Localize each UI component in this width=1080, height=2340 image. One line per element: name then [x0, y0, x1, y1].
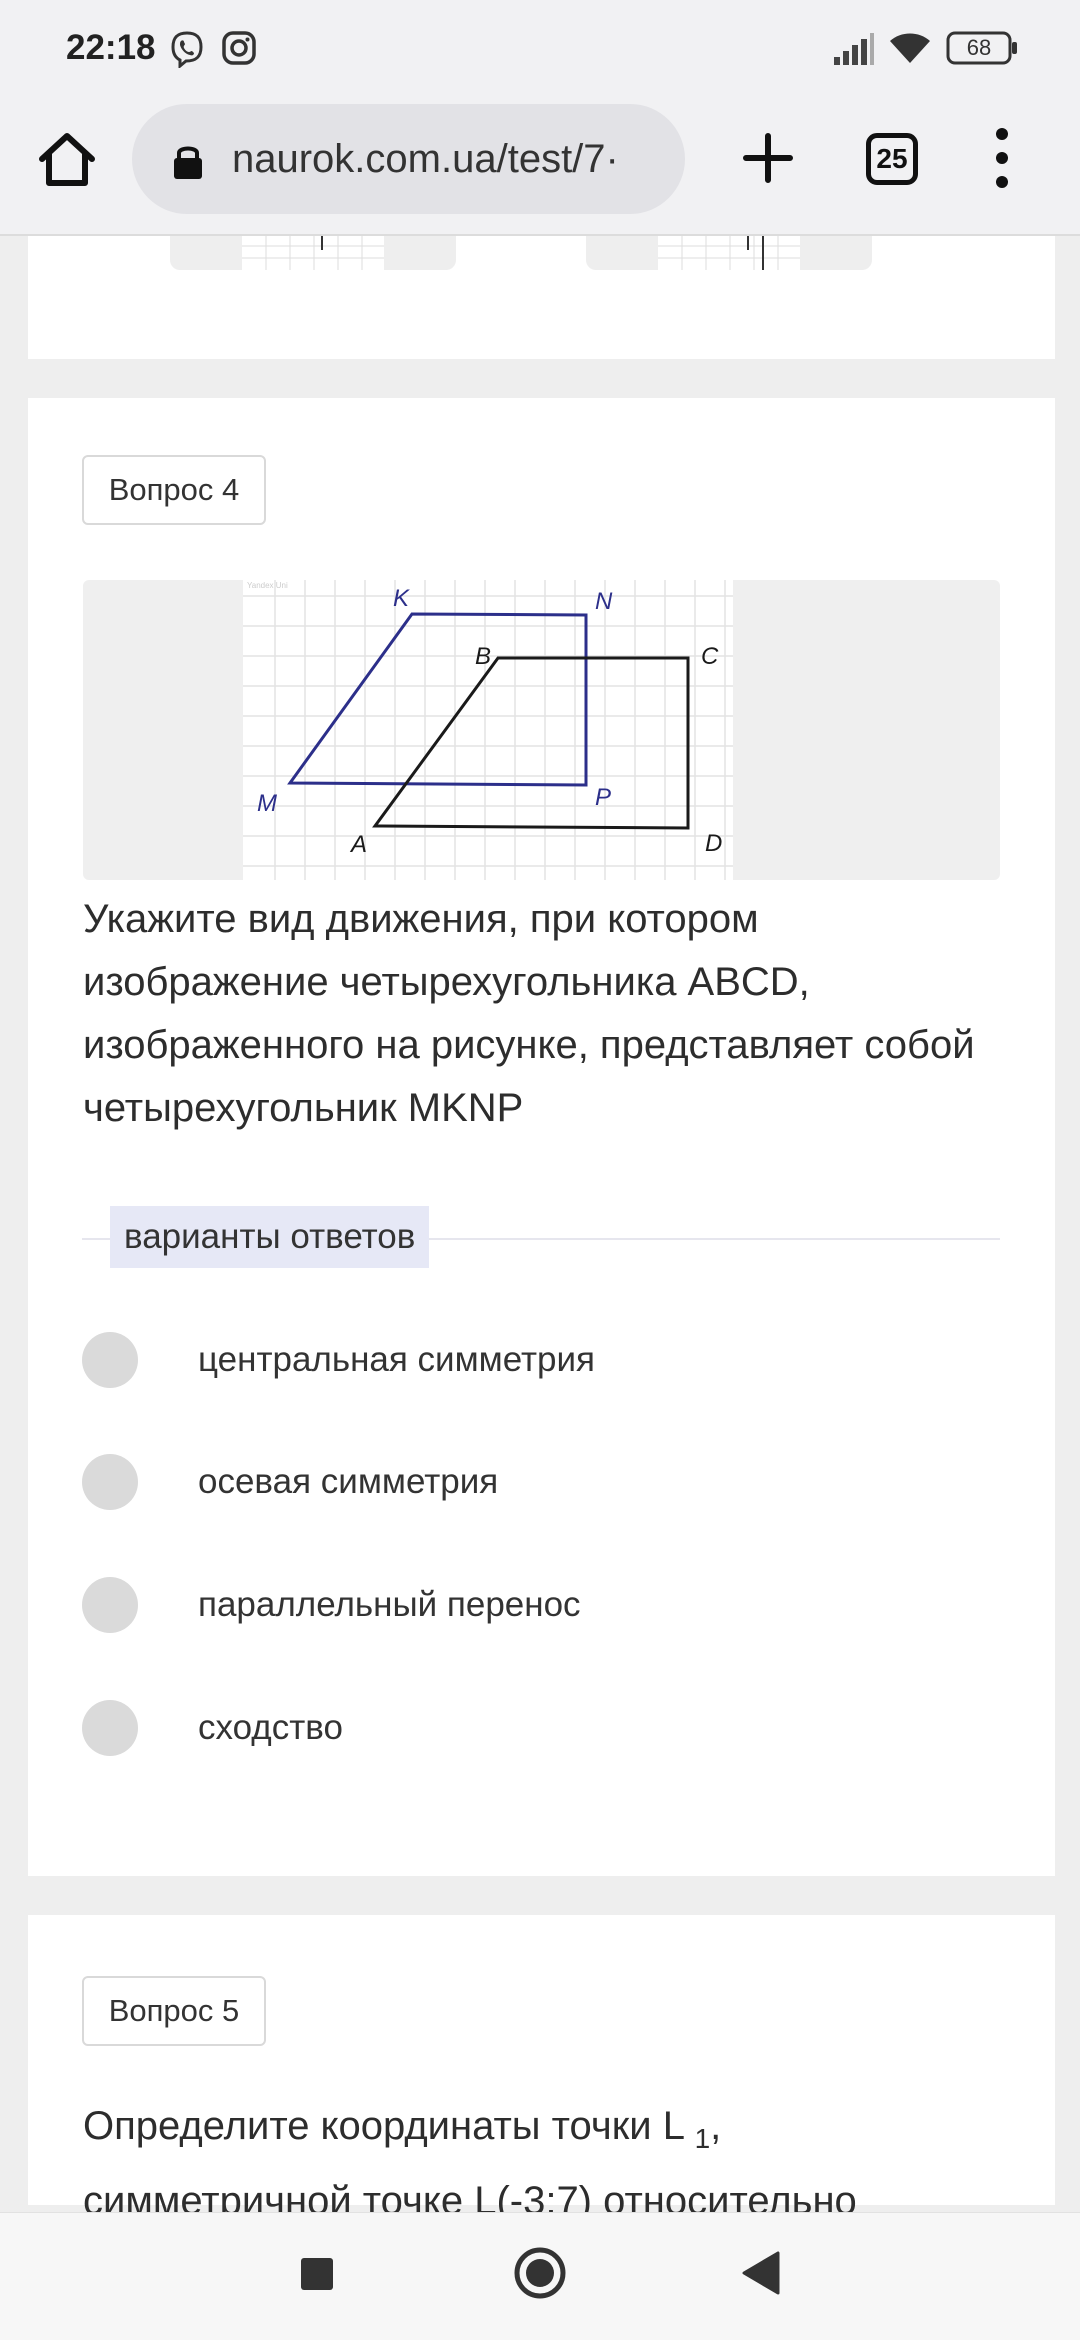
back-triangle-icon[interactable]	[740, 2251, 780, 2300]
new-tab-button[interactable]	[738, 128, 798, 188]
answer-option[interactable]: параллельный перенос	[82, 1573, 982, 1637]
radio-button[interactable]	[82, 1700, 138, 1756]
label-a: A	[349, 831, 367, 858]
battery-level: 68	[966, 35, 992, 60]
question-card: Вопрос 5 Определите координаты точки L 1…	[28, 1915, 1055, 2223]
instagram-icon	[221, 30, 257, 71]
label-d: D	[705, 830, 722, 857]
label-p: P	[595, 784, 611, 811]
url-bar[interactable]: naurok.com.ua/test/7·	[132, 104, 685, 214]
answer-option-label: параллельный перенос	[198, 1585, 581, 1624]
radio-button[interactable]	[82, 1454, 138, 1510]
figure-watermark: Yandex Uni	[247, 581, 288, 590]
answer-option-label: сходство	[198, 1708, 343, 1747]
radio-button[interactable]	[82, 1332, 138, 1388]
home-icon	[39, 133, 95, 186]
navigation-bar	[0, 2212, 1080, 2340]
recents-square-icon[interactable]	[300, 2257, 334, 2296]
plus-icon	[743, 133, 793, 183]
figure-thumbnail	[170, 236, 456, 270]
label-k: K	[393, 585, 410, 612]
label-c: C	[701, 643, 719, 670]
label-b: B	[475, 643, 491, 670]
figure-thumbnail	[586, 236, 872, 270]
home-circle-icon[interactable]	[513, 2246, 567, 2305]
home-button[interactable]	[36, 129, 98, 191]
status-time: 22:18	[66, 28, 156, 67]
answer-option[interactable]: центральная симметрия	[82, 1328, 982, 1392]
answers-label: варианты ответов	[110, 1206, 430, 1268]
question-figure: Yandex Uni K N M P B C A D	[243, 580, 733, 880]
browser-toolbar: naurok.com.ua/test/7· 25	[0, 96, 1080, 236]
question-text-line1: Определите координаты точки L	[83, 2104, 684, 2148]
label-n: N	[595, 588, 613, 615]
more-vert-icon[interactable]	[990, 126, 1014, 190]
wifi-icon	[888, 31, 932, 70]
tab-switcher-button[interactable]: 25	[866, 133, 918, 185]
comma: ,	[710, 2104, 722, 2148]
subscript: 1	[694, 2123, 711, 2154]
question-number-badge: Вопрос 4	[82, 455, 266, 525]
question-card: Вопрос 4 Yandex Uni K N M P B C A D Укаж…	[28, 398, 1055, 1876]
radio-button[interactable]	[82, 1577, 138, 1633]
viber-icon	[168, 30, 206, 73]
status-bar: 22:18 68	[0, 0, 1080, 96]
lock-icon	[172, 142, 204, 185]
answer-option[interactable]: сходство	[82, 1696, 982, 1760]
answer-option[interactable]: осевая симметрия	[82, 1450, 982, 1514]
previous-question-card	[28, 236, 1055, 359]
label-m: M	[257, 790, 277, 817]
signal-icon	[832, 33, 874, 70]
answer-option-label: осевая симметрия	[198, 1462, 499, 1501]
question-text: Укажите вид движения, при котором изобра…	[83, 897, 975, 1130]
question-number-badge: Вопрос 5	[82, 1976, 266, 2046]
quadrilateral-abcd	[372, 656, 690, 830]
answer-option-label: центральная симметрия	[198, 1340, 596, 1379]
url-text: naurok.com.ua/test/7·	[232, 137, 619, 181]
